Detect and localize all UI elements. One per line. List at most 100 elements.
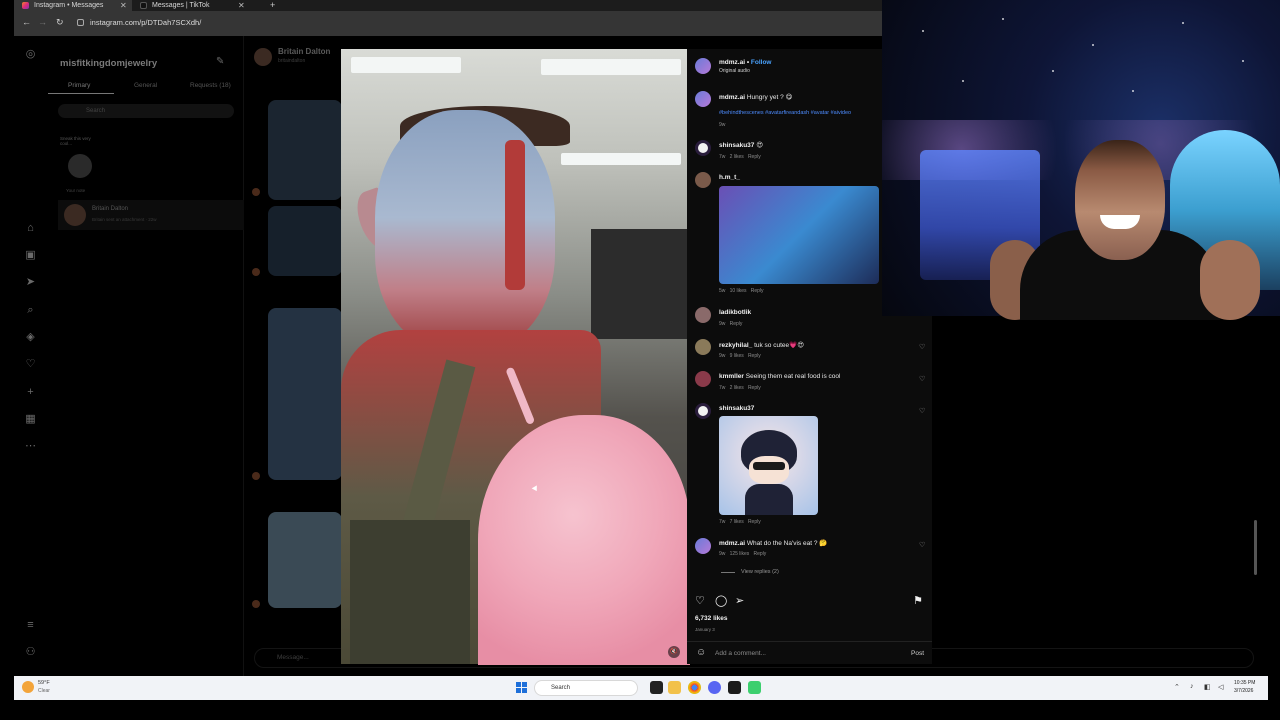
reply-button[interactable]: Reply [751,288,764,294]
comment-likes[interactable]: 2 likes [730,385,744,391]
like-comment-icon[interactable]: ♡ [919,343,925,351]
tray-chevron-icon[interactable]: ⌃ [1174,683,1180,691]
note-bubble[interactable]: Sneak this very cool... [60,136,102,178]
likes-count[interactable]: 6,732 likes [695,615,728,622]
conversation-item[interactable]: Britain Dalton Britain sent an attachmen… [58,200,244,230]
like-comment-icon[interactable]: ♡ [919,541,925,549]
like-comment-icon[interactable]: ♡ [919,407,925,415]
weather-condition[interactable]: Clear [38,688,50,694]
close-tab-icon[interactable]: ✕ [120,0,127,11]
comment-likes[interactable]: 7 likes [730,519,744,525]
reply-button[interactable]: Reply [748,519,761,525]
comment-user[interactable]: kmmller [719,373,744,380]
reply-button[interactable]: Reply [748,154,761,160]
dashboard-icon[interactable]: ▦ [24,413,37,426]
like-comment-icon[interactable]: ♡ [919,375,925,383]
create-icon[interactable]: + [24,386,37,399]
comment-likes[interactable]: 2 likes [730,154,744,160]
shared-reel-tile[interactable] [268,512,342,608]
explore-icon[interactable]: ◈ [24,331,37,344]
avatar[interactable] [254,48,272,66]
site-info-icon[interactable] [77,19,84,26]
taskbar-search[interactable]: Search [534,680,638,696]
tab-tiktok-messages[interactable]: Messages | TikTok ✕ [132,0,250,11]
tab-general[interactable]: General [134,82,157,89]
tab-requests[interactable]: Requests (18) [190,82,231,89]
mic-icon[interactable]: ♪ [1190,683,1194,690]
avatar[interactable] [695,403,711,419]
comment-sticker-image[interactable] [719,416,818,515]
comment-likes[interactable]: 125 likes [730,551,750,557]
comment-icon[interactable]: ◯ [715,594,727,607]
shared-reel-tile[interactable] [268,308,342,480]
comment-user[interactable]: h.m_t_ [719,174,740,181]
author-name[interactable]: mdmz.ai [719,59,745,66]
scrollbar[interactable] [1254,520,1257,575]
comment-user[interactable]: mdmz.ai [719,540,745,547]
avatar[interactable] [695,91,711,107]
weather-temp[interactable]: 59°F [38,680,50,686]
bookmark-icon[interactable]: ⚑ [913,594,923,607]
reels-icon[interactable]: ▣ [24,249,37,262]
avatar[interactable] [695,307,711,323]
shared-reel-tile[interactable] [268,206,342,276]
avatar[interactable] [695,371,711,387]
start-icon[interactable] [516,682,527,693]
comment-user[interactable]: ladikbotlik [719,309,751,316]
instagram-icon[interactable]: ◎ [24,48,37,61]
comment-user[interactable]: shinsaku37 [719,142,754,149]
inbox-username[interactable]: misfitkingdomjewelry [60,58,157,69]
avatar[interactable] [695,538,711,554]
url-input[interactable]: instagram.com/p/DTDah7SCXdh/ [90,18,201,27]
chrome-icon[interactable] [688,681,701,694]
home-icon[interactable]: ⌂ [24,222,37,235]
follow-button[interactable]: Follow [751,59,772,66]
discord-icon[interactable] [708,681,721,694]
reply-button[interactable]: Reply [748,385,761,391]
edit-icon[interactable]: ✎ [216,56,224,67]
comment-likes[interactable]: 9 likes [730,353,744,359]
new-tab-button[interactable]: + [270,0,275,11]
mute-icon[interactable]: 🔇 [668,646,680,658]
forward-arrow-icon[interactable]: → [38,17,47,27]
menu-icon[interactable]: ≡ [24,619,37,632]
obs-icon[interactable] [728,681,741,694]
post-author[interactable]: mdmz.ai • Follow [719,59,772,66]
avatar[interactable] [695,339,711,355]
view-replies-button[interactable]: View replies (2) [741,569,779,575]
reply-button[interactable]: Reply [753,551,766,557]
shared-reel-tile[interactable] [268,100,342,200]
search-input[interactable]: Search [58,104,234,118]
threads-icon[interactable]: ⋯ [24,440,37,453]
clock-time[interactable]: 10:35 PM [1234,680,1255,686]
avatar[interactable] [695,58,711,74]
comment-user[interactable]: shinsaku37 [719,405,754,412]
share-icon[interactable]: ➢ [735,594,744,607]
emoji-icon[interactable]: ☺ [696,647,706,658]
post-comment-button[interactable]: Post [911,650,924,657]
comment-likes[interactable]: 10 likes [730,288,747,294]
reply-button[interactable]: Reply [730,321,743,327]
file-explorer-icon[interactable] [668,681,681,694]
reply-button[interactable]: Reply [748,353,761,359]
like-icon[interactable]: ♡ [695,594,705,607]
network-icon[interactable]: ◧ [1204,683,1211,691]
back-arrow-icon[interactable]: ← [22,17,31,27]
reload-icon[interactable]: ↻ [56,17,64,28]
search-icon[interactable]: ⌕ [24,304,37,317]
weather-icon[interactable] [22,681,34,693]
caption-user[interactable]: mdmz.ai [719,94,745,101]
comment-user[interactable]: rezkyhilal_ [719,342,752,349]
task-view-icon[interactable] [650,681,663,694]
meta-icon[interactable]: ⚇ [24,646,37,659]
avatar[interactable] [695,140,711,156]
messages-icon[interactable]: ➤ [24,276,37,289]
clock-date[interactable]: 3/7/2026 [1234,688,1253,694]
comment-image-navi[interactable] [719,186,879,284]
heart-icon[interactable]: ♡ [24,358,37,371]
audio-label[interactable]: Original audio [719,68,750,74]
comment-input[interactable]: Add a comment... [715,650,766,657]
tab-instagram-messages[interactable]: Instagram • Messages ✕ [14,0,132,11]
app-icon[interactable] [748,681,761,694]
chat-title[interactable]: Britain Dalton [278,47,330,56]
